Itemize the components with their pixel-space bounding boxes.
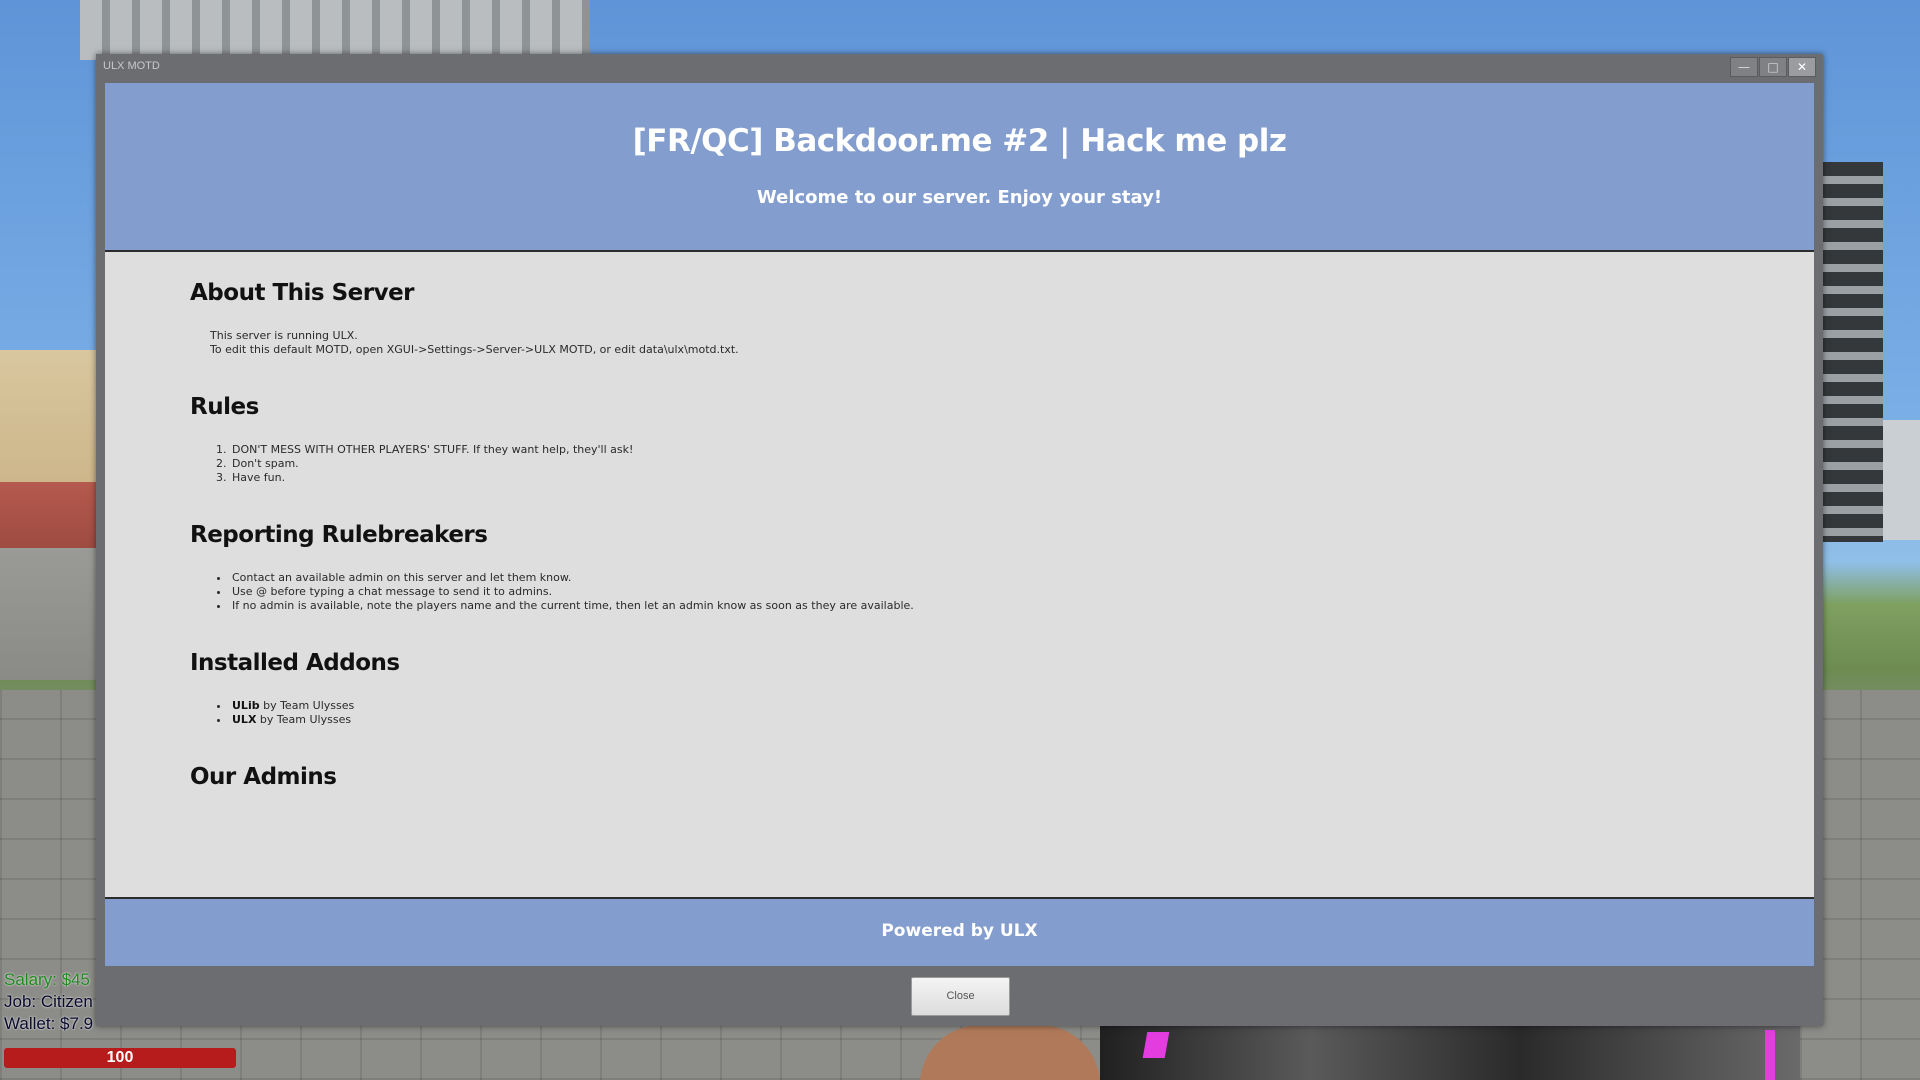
window-titlebar[interactable]: ULX MOTD — □ ✕ (96, 54, 1823, 82)
hud-info: Salary: $45 Job: Citizen Wallet: $7.9 (4, 969, 93, 1035)
building-right-annex (1883, 420, 1920, 540)
about-line: This server is running ULX. (210, 329, 358, 342)
building-left (80, 0, 590, 60)
footer-text: Powered by ULX (881, 921, 1038, 941)
hud-job: Job: Citizen (4, 992, 93, 1011)
window-title: ULX MOTD (103, 60, 160, 72)
motd-body[interactable]: About This Server This server is running… (105, 252, 1814, 899)
addon-name: ULib (232, 699, 260, 712)
reporting-item: Use @ before typing a chat message to se… (230, 585, 914, 599)
addons-heading: Installed Addons (190, 650, 400, 676)
rule-item: Have fun. (230, 471, 633, 485)
motd-footer: Powered by ULX (105, 899, 1814, 966)
server-title: [FR/QC] Backdoor.me #2 | Hack me plz (632, 123, 1287, 159)
addon-item: ULib by Team Ulysses (230, 699, 354, 713)
building-wall (0, 350, 100, 680)
rule-item: Don't spam. (230, 457, 633, 471)
addon-author: by Team Ulysses (259, 699, 355, 712)
addons-list: ULib by Team Ulysses ULX by Team Ulysses (210, 699, 354, 727)
about-line: To edit this default MOTD, open XGUI->Se… (210, 343, 739, 356)
reporting-item: If no admin is available, note the playe… (230, 599, 914, 613)
hud-health-value: 100 (106, 1049, 134, 1066)
rule-item: DON'T MESS WITH OTHER PLAYERS' STUFF. If… (230, 443, 633, 457)
weapon-light-2 (1765, 1030, 1775, 1080)
minimize-icon: — (1738, 60, 1750, 74)
hud-salary: Salary: $45 (4, 970, 90, 989)
motd-header: [FR/QC] Backdoor.me #2 | Hack me plz Wel… (105, 83, 1814, 252)
about-heading: About This Server (190, 280, 415, 306)
rules-list: DON'T MESS WITH OTHER PLAYERS' STUFF. If… (210, 443, 633, 485)
addon-item: ULX by Team Ulysses (230, 713, 354, 727)
player-weapon (1100, 1025, 1800, 1080)
motd-window: ULX MOTD — □ ✕ [FR/QC] Backdoor.me #2 | … (96, 54, 1823, 1026)
hud-wallet: Wallet: $7.9 (4, 1014, 94, 1033)
close-button[interactable]: Close (911, 977, 1010, 1016)
close-icon: ✕ (1796, 60, 1808, 74)
building-right (1818, 162, 1883, 542)
window-close-button[interactable]: ✕ (1788, 57, 1816, 77)
minimize-button[interactable]: — (1730, 57, 1758, 77)
hud-health-bar: 100 (4, 1048, 236, 1068)
weapon-light (1142, 1032, 1170, 1058)
maximize-icon: □ (1767, 60, 1779, 74)
about-text: This server is running ULX. To edit this… (210, 329, 739, 357)
server-subtitle: Welcome to our server. Enjoy your stay! (756, 187, 1163, 208)
reporting-list: Contact an available admin on this serve… (210, 571, 914, 613)
rules-heading: Rules (190, 394, 259, 420)
addon-name: ULX (232, 713, 257, 726)
addon-author: by Team Ulysses (256, 713, 352, 726)
reporting-heading: Reporting Rulebreakers (190, 522, 488, 548)
admins-heading: Our Admins (190, 764, 337, 790)
maximize-button[interactable]: □ (1759, 57, 1787, 77)
reporting-item: Contact an available admin on this serve… (230, 571, 914, 585)
